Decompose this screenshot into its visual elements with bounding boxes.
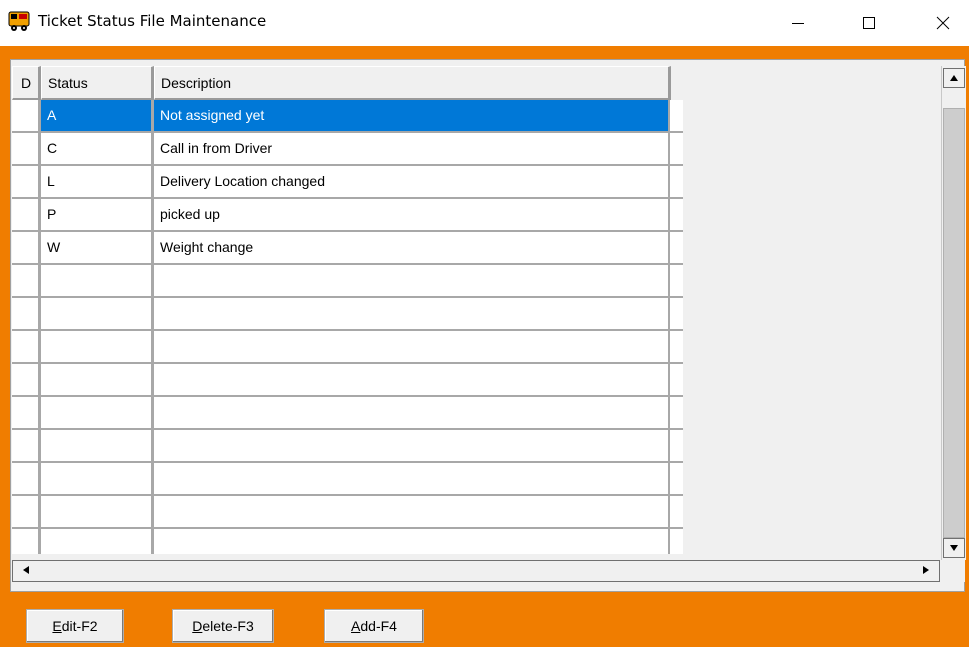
cell-description[interactable]: Weight change (154, 232, 670, 263)
table-row[interactable]: A Not assigned yet (12, 100, 683, 133)
close-icon (936, 16, 950, 30)
cell-d[interactable] (12, 232, 41, 263)
cell-status[interactable] (41, 397, 154, 428)
scroll-up-button[interactable] (943, 68, 965, 88)
column-header-d[interactable]: D (12, 66, 41, 100)
cell-description[interactable] (154, 496, 670, 527)
cell-status[interactable] (41, 298, 154, 329)
table-row[interactable]: C Call in from Driver (12, 133, 683, 166)
scroll-right-button[interactable] (915, 561, 937, 581)
edit-button[interactable]: Edit-F2 (26, 609, 124, 643)
cell-d[interactable] (12, 364, 41, 395)
arrow-left-icon (22, 562, 30, 580)
add-button[interactable]: Add-F4 (324, 609, 424, 643)
cell-d[interactable] (12, 331, 41, 362)
cell-status[interactable] (41, 496, 154, 527)
cell-description[interactable] (154, 397, 670, 428)
arrow-right-icon (922, 562, 930, 580)
vertical-scroll-thumb[interactable] (943, 108, 965, 538)
delete-button[interactable]: Delete-F3 (172, 609, 274, 643)
cell-status[interactable] (41, 463, 154, 494)
maximize-button[interactable] (846, 0, 892, 46)
status-grid[interactable]: D Status Description A Not assigned yet C C… (12, 60, 940, 554)
table-row[interactable] (12, 430, 683, 463)
grid-rows: A Not assigned yet C Call in from Driver L De… (12, 100, 683, 554)
table-row[interactable] (12, 463, 683, 496)
scroll-left-button[interactable] (15, 561, 37, 581)
cell-status[interactable]: A (41, 100, 154, 131)
cell-d[interactable] (12, 430, 41, 461)
cell-description[interactable] (154, 529, 670, 554)
cell-status[interactable]: L (41, 166, 154, 197)
edit-label: dit-F2 (61, 618, 98, 634)
vertical-scrollbar[interactable] (941, 66, 966, 560)
cell-d[interactable] (12, 397, 41, 428)
table-row[interactable]: W Weight change (12, 232, 683, 265)
cell-status[interactable] (41, 529, 154, 554)
cell-d[interactable] (12, 199, 41, 230)
title-bar: Ticket Status File Maintenance (0, 0, 969, 46)
table-row[interactable] (12, 364, 683, 397)
maximize-icon (862, 16, 876, 30)
table-row[interactable] (12, 529, 683, 554)
window-title: Ticket Status File Maintenance (38, 12, 267, 30)
table-row[interactable]: Ppicked up (12, 199, 683, 232)
cell-description[interactable]: Not assigned yet (154, 100, 670, 131)
table-row[interactable] (12, 397, 683, 430)
column-header-description[interactable]: Description (154, 66, 671, 100)
minimize-button[interactable] (775, 0, 821, 46)
add-accel: A (351, 618, 361, 634)
grid-empty-area (683, 60, 940, 554)
add-label: dd-F4 (360, 618, 397, 634)
scroll-down-button[interactable] (943, 538, 965, 558)
column-header-status[interactable]: Status (41, 66, 154, 100)
cell-d[interactable] (12, 529, 41, 554)
cell-status[interactable] (41, 331, 154, 362)
cell-d[interactable] (12, 100, 41, 131)
cell-description[interactable] (154, 331, 670, 362)
cell-description[interactable]: Call in from Driver (154, 133, 670, 164)
cell-description[interactable] (154, 463, 670, 494)
cell-status[interactable] (41, 364, 154, 395)
cell-d[interactable] (12, 496, 41, 527)
arrow-down-icon (949, 539, 959, 557)
table-row[interactable] (12, 496, 683, 529)
cell-status[interactable] (41, 430, 154, 461)
cell-d[interactable] (12, 133, 41, 164)
app-bus-icon (8, 10, 30, 32)
table-row[interactable] (12, 331, 683, 364)
cell-status[interactable]: W (41, 232, 154, 263)
cell-d[interactable] (12, 463, 41, 494)
close-button[interactable] (920, 0, 966, 46)
cell-status[interactable]: C (41, 133, 154, 164)
minimize-icon (791, 16, 805, 30)
edit-accel: E (52, 618, 62, 634)
cell-status[interactable]: P (41, 199, 154, 230)
horizontal-scrollbar[interactable] (12, 560, 940, 582)
table-row[interactable] (12, 265, 683, 298)
cell-d[interactable] (12, 298, 41, 329)
cell-d[interactable] (12, 166, 41, 197)
cell-description[interactable] (154, 298, 670, 329)
cell-d[interactable] (12, 265, 41, 296)
cell-description[interactable] (154, 430, 670, 461)
cell-status[interactable] (41, 265, 154, 296)
cell-description[interactable]: Delivery Location changed (154, 166, 670, 197)
table-row[interactable]: L Delivery Location changed (12, 166, 683, 199)
cell-description[interactable] (154, 265, 670, 296)
table-row[interactable] (12, 298, 683, 331)
arrow-up-icon (949, 69, 959, 87)
cell-description[interactable] (154, 364, 670, 395)
cell-description[interactable]: picked up (154, 199, 670, 230)
delete-accel: D (192, 618, 203, 634)
scrollbar-corner (941, 560, 965, 582)
grid-header: D Status Description (12, 66, 671, 100)
delete-label: elete-F3 (202, 618, 254, 634)
